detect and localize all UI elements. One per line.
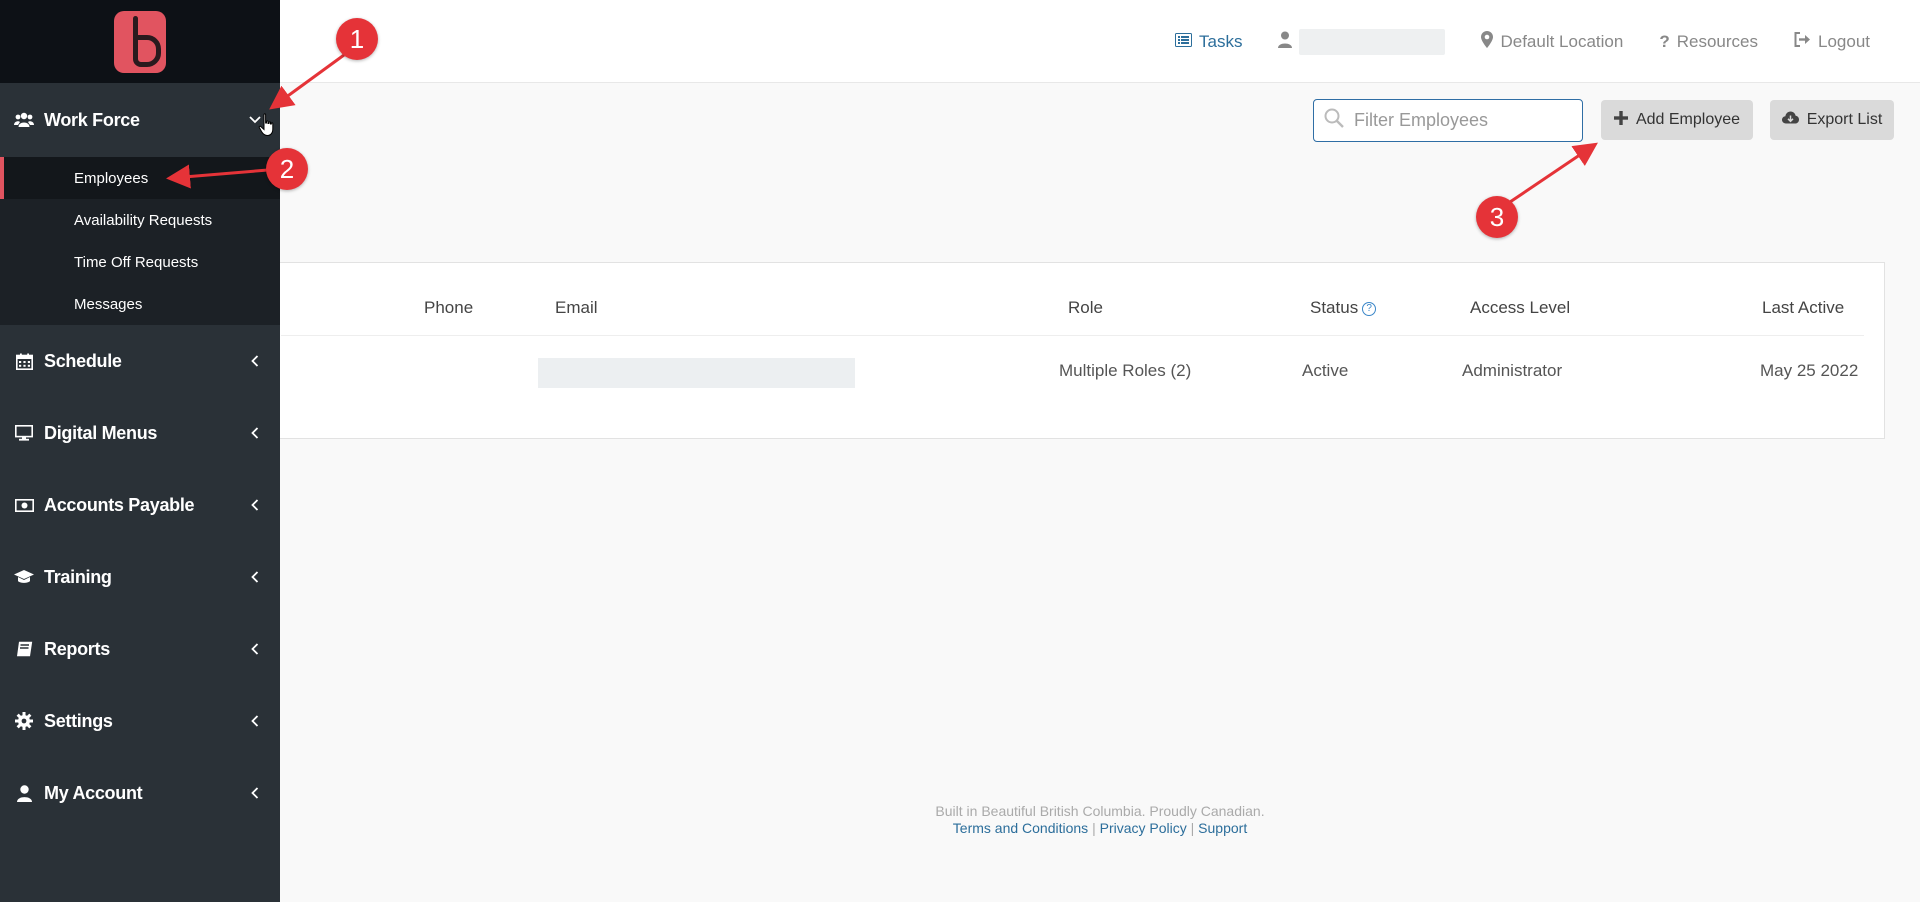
user-icon: [1278, 31, 1293, 53]
map-marker-icon: [1481, 30, 1494, 53]
top-navbar: Tasks Default Location ? Resources Logou…: [0, 0, 1920, 83]
sidebar-item-label: Settings: [44, 710, 113, 731]
filter-employees-input[interactable]: [1354, 110, 1574, 131]
calendar-icon: [14, 351, 34, 371]
footer-tagline: Built in Beautiful British Columbia. Pro…: [935, 803, 1265, 819]
gear-icon: [14, 711, 34, 731]
chevron-left-icon: [248, 571, 262, 583]
footer-links: Terms and Conditions | Privacy Policy | …: [280, 820, 1920, 837]
user-menu[interactable]: [1278, 28, 1446, 55]
sidebar-item-accounts-payable[interactable]: Accounts Payable: [0, 469, 280, 541]
cell-access-level: Administrator: [1462, 361, 1563, 380]
terms-link[interactable]: Terms and Conditions: [953, 820, 1088, 836]
chevron-left-icon: [248, 499, 262, 511]
column-header-status[interactable]: Status?: [1310, 298, 1377, 318]
sidebar-item-digital-menus[interactable]: Digital Menus: [0, 397, 280, 469]
add-employee-button[interactable]: Add Employee: [1601, 100, 1753, 140]
column-header-access-level[interactable]: Access Level: [1470, 298, 1570, 318]
cloud-download-icon: [1781, 111, 1799, 129]
chevron-left-icon: [248, 643, 262, 655]
top-links: Tasks Default Location ? Resources Logou…: [1175, 0, 1870, 83]
chevron-left-icon: [248, 427, 262, 439]
cell-email-redacted: [538, 358, 855, 388]
sidebar-item-label: Accounts Payable: [44, 494, 195, 515]
filter-employees-field[interactable]: [1313, 99, 1583, 142]
sign-out-icon: [1794, 31, 1811, 52]
resources-link[interactable]: ? Resources: [1659, 32, 1758, 52]
arrow-3: [1509, 142, 1598, 204]
status-header-label: Status: [1310, 298, 1359, 317]
support-link[interactable]: Support: [1198, 820, 1247, 836]
chevron-left-icon: [248, 355, 262, 367]
graduation-cap-icon: [14, 567, 34, 587]
default-location-link[interactable]: Default Location: [1481, 30, 1624, 53]
sidebar-subitem-employees[interactable]: Employees: [0, 157, 280, 199]
tasks-link[interactable]: Tasks: [1175, 32, 1242, 52]
sidebar: Work Force Employees Availability Reques…: [0, 0, 280, 902]
user-icon: [14, 783, 34, 803]
location-label: Default Location: [1500, 31, 1624, 51]
tasks-label: Tasks: [1199, 31, 1243, 51]
sidebar-subitem-availability-requests[interactable]: Availability Requests: [0, 199, 280, 241]
chevron-left-icon: [248, 787, 262, 799]
work-force-submenu: Employees Availability Requests Time Off…: [0, 157, 280, 325]
footer: Built in Beautiful British Columbia. Pro…: [280, 803, 1920, 837]
logout-link[interactable]: Logout: [1794, 31, 1870, 52]
header-divider: [281, 335, 1864, 336]
privacy-link[interactable]: Privacy Policy: [1100, 820, 1187, 836]
sidebar-item-label: Schedule: [44, 350, 122, 371]
search-icon: [1324, 108, 1344, 133]
export-list-button[interactable]: Export List: [1770, 100, 1894, 140]
brand-logo: [114, 10, 166, 73]
money-icon: [14, 495, 34, 515]
sidebar-item-work-force[interactable]: Work Force: [0, 83, 280, 157]
sidebar-item-reports[interactable]: Reports: [0, 613, 280, 685]
sidebar-item-label: My Account: [44, 782, 143, 803]
column-header-role[interactable]: Role: [1068, 298, 1103, 318]
logout-label: Logout: [1818, 31, 1870, 51]
sidebar-subitem-messages[interactable]: Messages: [0, 283, 280, 325]
footer-separator: |: [1190, 820, 1195, 836]
annotation-marker-1: 1: [336, 18, 378, 60]
book-icon: [14, 639, 34, 659]
column-header-phone[interactable]: Phone: [424, 298, 473, 318]
annotation-marker-2: 2: [266, 148, 308, 190]
sidebar-item-label: Training: [44, 566, 112, 587]
sidebar-item-schedule[interactable]: Schedule: [0, 325, 280, 397]
help-circle-icon[interactable]: ?: [1362, 301, 1377, 316]
sidebar-item-settings[interactable]: Settings: [0, 685, 280, 757]
sidebar-subitem-time-off-requests[interactable]: Time Off Requests: [0, 241, 280, 283]
hand-cursor-icon: [258, 113, 276, 142]
column-header-last-active[interactable]: Last Active: [1762, 298, 1844, 318]
annotation-marker-3: 3: [1476, 196, 1518, 238]
plus-icon: [1613, 110, 1628, 130]
sidebar-item-label: Digital Menus: [44, 422, 158, 443]
column-header-email[interactable]: Email: [555, 298, 598, 318]
sidebar-item-label: Reports: [44, 638, 110, 659]
question-icon: ?: [1659, 31, 1670, 51]
monitor-icon: [14, 423, 34, 443]
sidebar-item-training[interactable]: Training: [0, 541, 280, 613]
logo-area[interactable]: [0, 0, 280, 83]
employees-table: Phone Email Role Status? Access Level La…: [240, 262, 1885, 439]
cell-last-active: May 25 2022: [1760, 361, 1859, 380]
export-list-label: Export List: [1806, 111, 1883, 128]
chevron-left-icon: [248, 715, 262, 727]
sidebar-item-my-account[interactable]: My Account: [0, 757, 280, 829]
footer-separator: |: [1092, 820, 1096, 836]
resources-label: Resources: [1676, 31, 1758, 51]
user-name-redacted: [1299, 28, 1446, 55]
add-employee-label: Add Employee: [1635, 111, 1741, 128]
list-icon: [1175, 32, 1192, 52]
sidebar-item-label: Work Force: [44, 109, 140, 130]
users-icon: [14, 110, 34, 130]
cell-role[interactable]: Multiple Roles (2): [1059, 361, 1191, 381]
cell-status: Active: [1302, 361, 1349, 380]
